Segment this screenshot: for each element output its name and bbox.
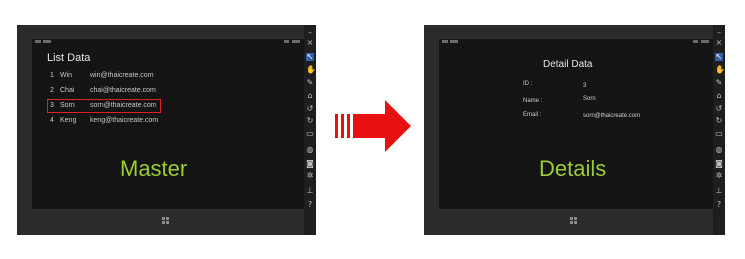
status-strip (439, 39, 713, 45)
rotate-right-icon[interactable]: ↻ (715, 117, 723, 125)
right-emulator-frame: Detail Data ID : 3 Name : Sorn Email : s… (424, 25, 725, 235)
windows-logo-icon[interactable] (570, 217, 578, 225)
pen-icon[interactable]: ✎ (306, 79, 314, 87)
name-label: Name : (523, 98, 543, 104)
pointer-icon[interactable]: ↖ (306, 53, 314, 61)
arrow-head (353, 100, 411, 152)
left-emulator-frame: List Data 1 Win win@thaicreate.com 2 Cha… (17, 25, 316, 235)
row-id: 2 (50, 87, 54, 94)
row-email: win@thaicreate.com (90, 72, 154, 79)
windows-logo-icon[interactable] (162, 217, 170, 225)
master-caption: Master (120, 156, 188, 181)
status-strip (32, 39, 304, 45)
row-name: Keng (60, 117, 77, 124)
arrow-stripe (341, 114, 344, 138)
row-email: keng@thaicreate.com (90, 117, 159, 124)
details-caption: Details (539, 156, 607, 181)
hand-icon[interactable]: ✋ (715, 66, 725, 74)
more-icon[interactable]: ⊥ (306, 187, 314, 195)
left-emulator-screen: List Data 1 Win win@thaicreate.com 2 Cha… (32, 39, 304, 209)
rotate-left-icon[interactable]: ↺ (715, 105, 723, 113)
globe-icon[interactable]: ◍ (306, 146, 314, 154)
row-name: Win (60, 72, 73, 79)
arrow-stripe (347, 114, 350, 138)
arrow-stripe (335, 114, 338, 138)
rotate-right-icon[interactable]: ↻ (306, 117, 314, 125)
globe-icon[interactable]: ◍ (715, 146, 723, 154)
row-name: Sorn (60, 102, 75, 109)
close-icon[interactable]: × (306, 39, 314, 47)
row-id: 3 (50, 102, 54, 109)
more-icon[interactable]: ⊥ (715, 187, 723, 195)
id-value: 3 (583, 83, 587, 89)
highlighter-icon[interactable]: ⌂ (715, 92, 723, 100)
close-icon[interactable]: × (715, 39, 723, 47)
name-value: Sorn (583, 96, 596, 102)
pen-icon[interactable]: ✎ (715, 79, 723, 87)
emulator-toolbar: – × ↖ ✋ ✎ ⌂ ↺ ↻ ▭ ◍ ◙ ✲ ⊥ ? (304, 25, 316, 235)
camera-icon[interactable]: ◙ (306, 160, 314, 168)
detail-title: Detail Data (543, 59, 593, 70)
list-title: List Data (47, 52, 91, 64)
pointer-icon[interactable]: ↖ (715, 53, 723, 61)
monitor-icon[interactable]: ▭ (715, 130, 723, 138)
monitor-icon[interactable]: ▭ (306, 130, 314, 138)
id-label: ID : (523, 81, 533, 87)
rotate-left-icon[interactable]: ↺ (306, 105, 314, 113)
emulator-toolbar: – × ↖ ✋ ✎ ⌂ ↺ ↻ ▭ ◍ ◙ ✲ ⊥ ? (713, 25, 725, 235)
email-value: sorn@thaicreate.com (583, 113, 641, 119)
help-icon[interactable]: ? (715, 201, 723, 209)
arrow-icon (335, 100, 411, 152)
row-id: 4 (50, 117, 54, 124)
row-name: Chai (60, 87, 75, 94)
minimize-icon[interactable]: – (715, 29, 723, 37)
settings-icon[interactable]: ✲ (715, 172, 723, 180)
row-email: chai@thaicreate.com (90, 87, 156, 94)
row-email: sorn@thaicreate.com (90, 102, 157, 109)
help-icon[interactable]: ? (306, 201, 314, 209)
row-id: 1 (50, 72, 54, 79)
email-label: Email : (523, 112, 542, 118)
highlighter-icon[interactable]: ⌂ (306, 92, 314, 100)
right-emulator-screen: Detail Data ID : 3 Name : Sorn Email : s… (439, 39, 713, 209)
hand-icon[interactable]: ✋ (306, 66, 316, 74)
camera-icon[interactable]: ◙ (715, 160, 723, 168)
settings-icon[interactable]: ✲ (306, 172, 314, 180)
minimize-icon[interactable]: – (306, 29, 314, 37)
